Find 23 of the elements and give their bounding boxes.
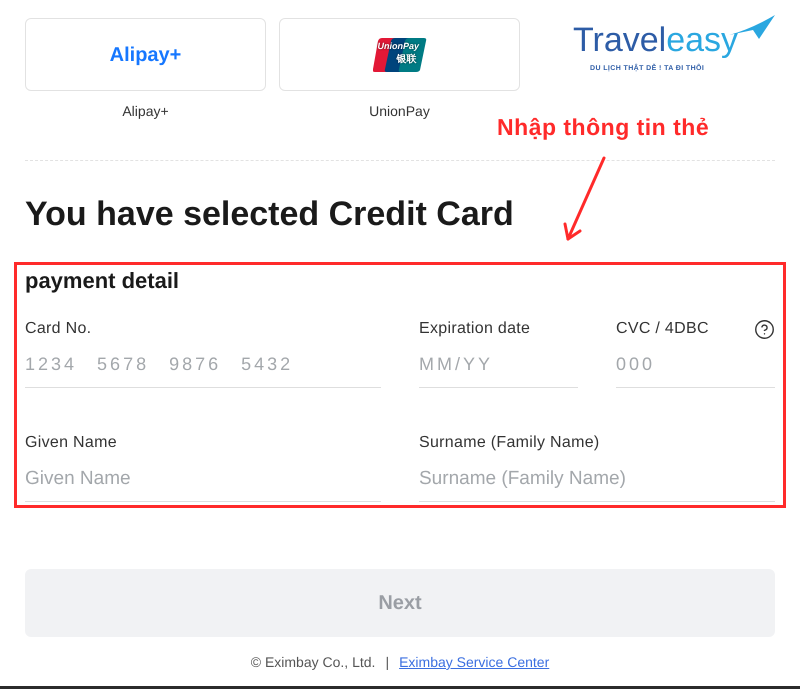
field-label: Given Name (25, 433, 117, 453)
annotation-text: Nhập thông tin thẻ (497, 113, 710, 141)
logo-wordmark: Traveleasy (573, 22, 738, 58)
field-label: Surname (Family Name) (419, 433, 600, 453)
name-field[interactable]: Surname (Family Name) (419, 466, 775, 502)
help-icon[interactable] (754, 318, 775, 340)
field-label: Card No. (25, 319, 92, 339)
name-field[interactable]: Given Name (25, 466, 381, 502)
footer-separator: | (385, 653, 390, 672)
cvc-field[interactable]: 000 (616, 352, 775, 388)
payment-method-label: UnionPay (369, 102, 430, 121)
copyright-text: © Eximbay Co., Ltd. (250, 653, 376, 672)
section-title: payment detail (25, 267, 180, 295)
expiry-field[interactable]: MM/YY (419, 352, 578, 388)
logo-text: 银联 (396, 54, 416, 64)
field-label: CVC / 4DBC (616, 319, 709, 339)
card-number-field[interactable]: 1234 5678 9876 5432 (25, 352, 381, 388)
payment-method-card[interactable]: Alipay+ (25, 18, 266, 91)
page-heading: You have selected Credit Card (25, 194, 514, 234)
alipay-logo: Alipay+ (110, 44, 182, 64)
service-center-link[interactable]: Eximbay Service Center (399, 652, 550, 672)
field-label: Expiration date (419, 319, 530, 339)
payment-method-label: Alipay+ (122, 102, 169, 121)
